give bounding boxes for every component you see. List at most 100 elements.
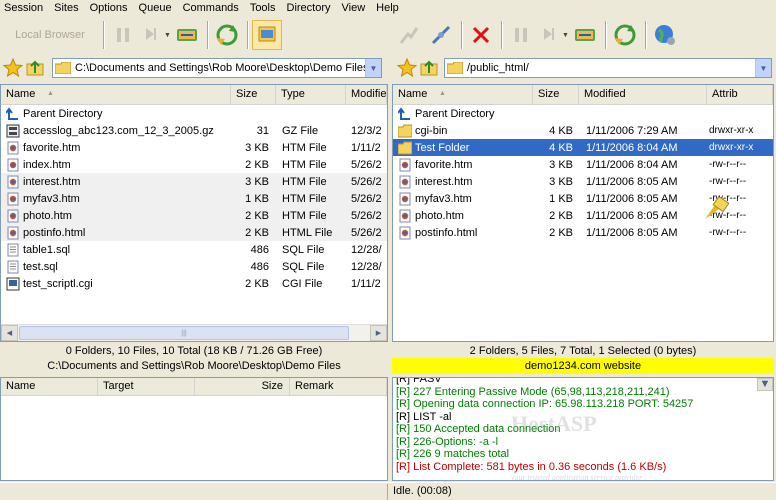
skip-icon bbox=[544, 28, 554, 40]
column-header-modified[interactable]: Modified bbox=[579, 85, 707, 104]
left-path-dropdown[interactable]: C:\Documents and Settings\Rob Moore\Desk… bbox=[52, 58, 382, 78]
menu-directory[interactable]: Directory bbox=[282, 0, 337, 16]
file-type: HTM File bbox=[282, 141, 327, 154]
local-file-row[interactable]: interest.htm 3 KB HTM File 5/26/2 bbox=[1, 173, 387, 190]
file-size: 31 bbox=[256, 124, 269, 137]
scroll-track[interactable]: ||| bbox=[18, 325, 370, 341]
chevron-down-icon[interactable]: ▼ bbox=[755, 59, 771, 77]
local-file-row[interactable]: postinfo.html 2 KB HTML File 5/26/2 bbox=[1, 224, 387, 241]
menu-sites[interactable]: Sites bbox=[49, 0, 84, 16]
chevron-down-icon[interactable]: ▼ bbox=[562, 32, 570, 39]
chevron-down-icon[interactable]: ▼ bbox=[164, 32, 172, 39]
connect-button[interactable] bbox=[394, 20, 424, 50]
queue-column-name[interactable]: Name bbox=[1, 378, 98, 395]
refresh-button-remote[interactable] bbox=[610, 20, 640, 50]
local-file-row[interactable]: test_scriptl.cgi 2 KB CGI File 1/11/2 bbox=[1, 275, 387, 292]
column-header-attrib[interactable]: Attrib bbox=[707, 85, 773, 104]
local-file-row[interactable]: index.htm 2 KB HTM File 5/26/2 bbox=[1, 156, 387, 173]
local-file-row[interactable]: Parent Directory bbox=[1, 105, 387, 122]
file-name-cell: cgi-bin bbox=[393, 124, 533, 138]
menu-view[interactable]: View bbox=[337, 0, 372, 16]
scroll-right-button[interactable]: ▶ bbox=[370, 325, 387, 341]
queue-column-target[interactable]: Target bbox=[98, 378, 195, 395]
file-size: 2 KB bbox=[549, 226, 573, 239]
menu-session[interactable]: Session bbox=[0, 0, 49, 16]
right-toolbar: ▼ bbox=[392, 17, 776, 53]
menu-commands[interactable]: Commands bbox=[178, 0, 245, 16]
file-size: 1 KB bbox=[549, 192, 573, 205]
favorites-star-icon[interactable] bbox=[3, 58, 23, 78]
transfer-button-remote[interactable] bbox=[570, 20, 600, 50]
up-folder-icon[interactable] bbox=[25, 58, 45, 78]
local-file-row[interactable]: favorite.htm 3 KB HTM File 1/11/2 bbox=[1, 139, 387, 156]
local-browser-button[interactable]: Local Browser bbox=[0, 20, 100, 50]
column-header-name[interactable]: Name ▲ bbox=[1, 85, 231, 104]
queue-column-remark[interactable]: Remark bbox=[290, 378, 387, 395]
remote-file-row[interactable]: interest.htm 3 KB 1/11/2006 8:05 AM -rw-r--… bbox=[393, 173, 773, 190]
htm-file-icon bbox=[7, 141, 19, 154]
pause-button[interactable] bbox=[108, 20, 138, 50]
file-name-cell: interest.htm bbox=[393, 175, 533, 189]
scroll-down-button[interactable]: ▼ bbox=[757, 378, 773, 391]
transfer-button[interactable] bbox=[172, 20, 202, 50]
remote-file-row[interactable]: favorite.htm 3 KB 1/11/2006 8:04 AM -rw-r--… bbox=[393, 156, 773, 173]
pause-icon bbox=[515, 28, 527, 42]
pause-icon bbox=[117, 28, 129, 42]
watermark-brand: HostASP bbox=[511, 411, 597, 436]
pause-button-remote[interactable] bbox=[506, 20, 536, 50]
remote-file-row[interactable]: cgi-bin 4 KB 1/11/2006 7:29 AM drwxr-xr-x bbox=[393, 122, 773, 139]
column-header-type[interactable]: Type bbox=[276, 85, 346, 104]
remote-file-row[interactable]: postinfo.html 2 KB 1/11/2006 8:05 AM -rw-r-… bbox=[393, 224, 773, 241]
local-file-list[interactable]: Name ▲ Size Type Modifie Parent Directory… bbox=[0, 84, 388, 342]
local-file-row[interactable]: photo.htm 2 KB HTM File 5/26/2 bbox=[1, 207, 387, 224]
column-header-size[interactable]: Size bbox=[231, 85, 276, 104]
refresh-button[interactable] bbox=[212, 20, 242, 50]
local-file-row[interactable]: table1.sql 486 SQL File 12/28/ bbox=[1, 241, 387, 258]
right-path-dropdown[interactable]: /public_html/ ▼ bbox=[444, 58, 772, 78]
toolbar-separator bbox=[247, 21, 249, 49]
file-modified: 1/11/2006 8:05 AM bbox=[586, 226, 678, 239]
remote-file-row[interactable]: Test Folder 4 KB 1/11/2006 8:04 AM drwxr-xr… bbox=[393, 139, 773, 156]
file-name: photo.htm bbox=[415, 209, 464, 222]
menu-tools[interactable]: Tools bbox=[245, 0, 282, 16]
favorites-star-icon[interactable] bbox=[397, 58, 417, 78]
file-attributes: drwxr-xr-x bbox=[709, 142, 754, 153]
delete-button[interactable] bbox=[466, 20, 496, 50]
sort-ascending-icon: ▲ bbox=[47, 90, 54, 97]
skip-button-remote[interactable] bbox=[538, 20, 560, 50]
menu-options[interactable]: Options bbox=[85, 0, 134, 16]
right-path-row: /public_html/ ▼ bbox=[392, 55, 776, 81]
htm-file-icon bbox=[7, 158, 19, 171]
scroll-left-button[interactable]: ◀ bbox=[1, 325, 18, 341]
local-file-row[interactable]: myfav3.htm 1 KB HTM File 5/26/2 bbox=[1, 190, 387, 207]
folder-icon bbox=[447, 62, 463, 74]
local-horizontal-scrollbar[interactable]: ◀ ||| ▶ bbox=[1, 324, 387, 341]
column-header-name[interactable]: Name ▲ bbox=[393, 85, 533, 104]
explorer-button[interactable] bbox=[252, 20, 282, 50]
column-header-modified[interactable]: Modifie bbox=[346, 85, 387, 104]
menu-queue[interactable]: Queue bbox=[134, 0, 178, 16]
up-folder-icon[interactable] bbox=[419, 58, 439, 78]
skip-button[interactable] bbox=[140, 20, 162, 50]
log-vertical-scrollbar[interactable]: ▲ ▼ bbox=[757, 378, 773, 391]
globe-icon bbox=[655, 25, 675, 45]
column-header-size[interactable]: Size bbox=[533, 85, 579, 104]
file-name: postinfo.html bbox=[23, 226, 86, 239]
remote-file-list[interactable]: Name ▲ Size Modified Attrib Parent Direct… bbox=[392, 84, 774, 342]
htm-file-icon bbox=[399, 192, 411, 205]
globe-button[interactable] bbox=[650, 20, 680, 50]
disconnect-button[interactable] bbox=[426, 20, 456, 50]
remote-file-row[interactable]: Parent Directory bbox=[393, 105, 773, 122]
local-file-row[interactable]: test.sql 486 SQL File 12/28/ bbox=[1, 258, 387, 275]
file-name-cell: photo.htm bbox=[1, 209, 231, 223]
menu-help[interactable]: Help bbox=[371, 0, 405, 16]
session-log[interactable]: [R] PASV [R] 227 Entering Passive Mode (6… bbox=[392, 377, 774, 481]
file-size: 2 KB bbox=[549, 209, 573, 222]
transfer-queue[interactable]: Name Target Size Remark bbox=[0, 377, 388, 481]
file-size: 2 KB bbox=[245, 226, 269, 239]
chevron-down-icon[interactable]: ▼ bbox=[365, 59, 381, 77]
toolbar-separator bbox=[207, 21, 209, 49]
local-file-row[interactable]: accesslog_abc123.com_12_3_2005.gz 31 GZ Fi… bbox=[1, 122, 387, 139]
scroll-thumb[interactable]: ||| bbox=[19, 326, 349, 340]
queue-column-size[interactable]: Size bbox=[195, 378, 290, 395]
